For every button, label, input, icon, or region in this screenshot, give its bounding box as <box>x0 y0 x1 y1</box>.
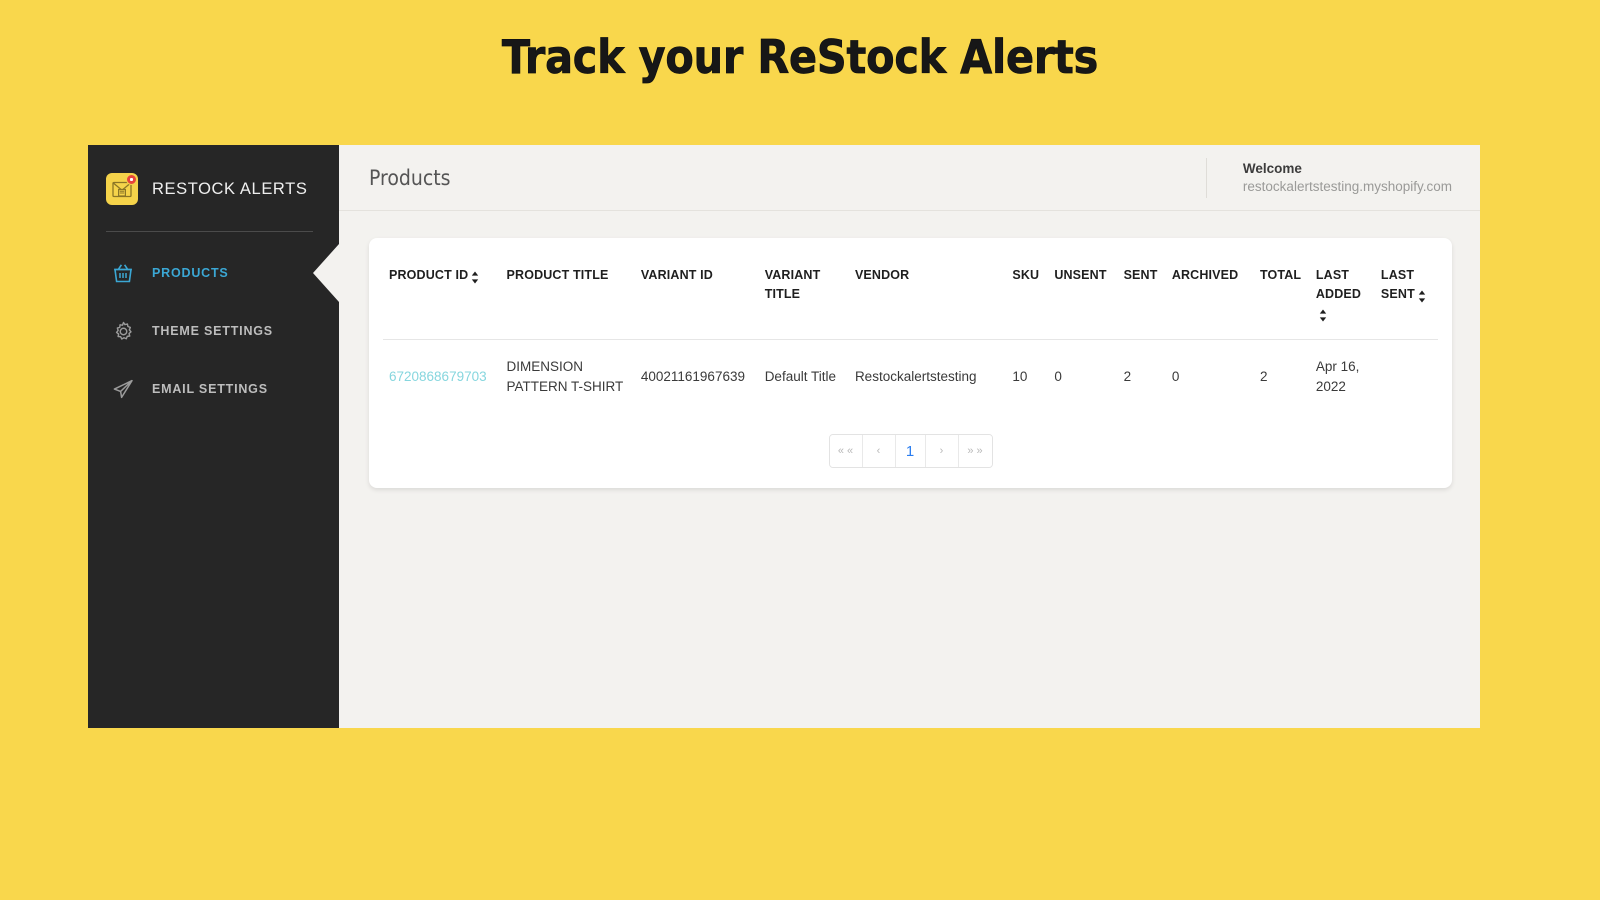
sidebar-divider <box>106 231 313 232</box>
mail-alert-icon <box>106 173 138 205</box>
column-header-product-id[interactable]: PRODUCT ID <box>383 262 501 340</box>
cell-variant-title: Default Title <box>764 369 836 384</box>
table-row: 6720868679703 DIMENSION PATTERN T-SHIRT … <box>383 340 1438 417</box>
pagination-first-button[interactable]: « « <box>829 435 863 467</box>
active-indicator-notch <box>313 244 339 302</box>
table-header-row: PRODUCT ID PRODUCT TITLE VARIANT ID VARI… <box>383 262 1438 340</box>
column-header-last-sent[interactable]: LAST SENT <box>1375 262 1438 340</box>
basket-icon <box>108 262 138 285</box>
gear-icon <box>108 320 138 343</box>
sidebar-item-label: PRODUCTS <box>152 266 229 280</box>
column-label: SKU <box>1012 268 1040 282</box>
pagination-last-button[interactable]: » » <box>958 435 992 467</box>
brand: RESTOCK ALERTS <box>88 163 339 215</box>
column-header-unsent[interactable]: UNSENT <box>1048 262 1117 340</box>
column-label: LAST SENT <box>1380 268 1415 301</box>
cell-vendor: Restockalertstesting <box>854 369 977 384</box>
cell-sku: 10 <box>1012 369 1028 384</box>
sidebar-nav: PRODUCTS THEME SETTINGS EMAIL SETTINGS <box>88 244 339 418</box>
column-header-archived[interactable]: ARCHIVED <box>1166 262 1254 340</box>
column-label: PRODUCT TITLE <box>506 268 609 282</box>
pagination-page-1-button[interactable]: 1 <box>895 435 926 467</box>
products-card: PRODUCT ID PRODUCT TITLE VARIANT ID VARI… <box>369 238 1452 488</box>
notification-badge-icon <box>126 174 137 185</box>
table-body: 6720868679703 DIMENSION PATTERN T-SHIRT … <box>383 340 1438 417</box>
table-head: PRODUCT ID PRODUCT TITLE VARIANT ID VARI… <box>383 262 1438 340</box>
column-header-vendor[interactable]: VENDOR <box>849 262 1006 340</box>
column-label: VARIANT ID <box>640 268 713 282</box>
cell-archived: 0 <box>1171 369 1180 384</box>
sidebar-item-label: THEME SETTINGS <box>152 324 273 338</box>
column-label: VENDOR <box>854 268 910 282</box>
cell-product-id[interactable]: 6720868679703 <box>383 340 501 417</box>
column-header-sent[interactable]: SENT <box>1118 262 1166 340</box>
sidebar-item-theme-settings[interactable]: THEME SETTINGS <box>88 302 339 360</box>
column-label: VARIANT TITLE <box>764 268 821 301</box>
sidebar: RESTOCK ALERTS PRODUCTS THEME SETTINGS E… <box>88 145 339 728</box>
sidebar-item-label: EMAIL SETTINGS <box>152 382 268 396</box>
column-header-sku[interactable]: SKU <box>1006 262 1048 340</box>
cell-product-title: DIMENSION PATTERN T-SHIRT <box>506 359 624 394</box>
column-label: ARCHIVED <box>1171 268 1239 282</box>
column-header-variant-id[interactable]: VARIANT ID <box>635 262 759 340</box>
product-id-link[interactable]: 6720868679703 <box>389 369 487 384</box>
column-header-total[interactable]: TOTAL <box>1254 262 1310 340</box>
cell-last-sent <box>1375 340 1438 417</box>
page-title: Track your ReStock Alerts <box>501 30 1099 85</box>
sidebar-item-products[interactable]: PRODUCTS <box>88 244 339 302</box>
app-window: RESTOCK ALERTS PRODUCTS THEME SETTINGS E… <box>88 145 1480 728</box>
column-label: SENT <box>1123 268 1158 282</box>
column-label: LAST ADDED <box>1315 268 1362 301</box>
sidebar-item-email-settings[interactable]: EMAIL SETTINGS <box>88 360 339 418</box>
products-table: PRODUCT ID PRODUCT TITLE VARIANT ID VARI… <box>383 262 1438 416</box>
cell-sent: 2 <box>1123 369 1132 384</box>
shop-domain: restockalertstesting.myshopify.com <box>1242 178 1452 194</box>
paper-plane-icon <box>108 377 138 401</box>
column-header-variant-title[interactable]: VARIANT TITLE <box>759 262 849 340</box>
pagination-prev-button[interactable]: ‹ <box>862 435 896 467</box>
account-info: Welcome restockalertstesting.myshopify.c… <box>1205 157 1452 198</box>
column-header-product-title[interactable]: PRODUCT TITLE <box>501 262 635 340</box>
pagination-next-button[interactable]: › <box>925 435 959 467</box>
topbar: Products Welcome restockalertstesting.my… <box>339 145 1480 211</box>
sort-arrows-icon[interactable] <box>1319 309 1327 322</box>
column-header-last-added[interactable]: LAST ADDED <box>1310 262 1375 340</box>
cell-unsent: 0 <box>1054 369 1062 384</box>
brand-name: RESTOCK ALERTS <box>152 179 308 198</box>
cell-last-added: Apr 16, 2022 <box>1315 359 1360 394</box>
breadcrumb: Products <box>369 165 451 190</box>
welcome-label: Welcome <box>1242 160 1302 176</box>
cell-total: 2 <box>1259 369 1268 384</box>
sort-arrows-icon[interactable] <box>471 271 479 284</box>
sort-arrows-icon[interactable] <box>1418 290 1426 303</box>
column-label: TOTAL <box>1259 268 1302 282</box>
column-label: UNSENT <box>1054 268 1107 282</box>
main-content: Products Welcome restockalertstesting.my… <box>339 145 1480 728</box>
column-label: PRODUCT ID <box>389 268 469 282</box>
pagination: « « ‹ 1 › » » <box>383 434 1438 468</box>
pagination-group: « « ‹ 1 › » » <box>828 434 993 468</box>
cell-variant-id: 40021161967639 <box>640 369 745 384</box>
